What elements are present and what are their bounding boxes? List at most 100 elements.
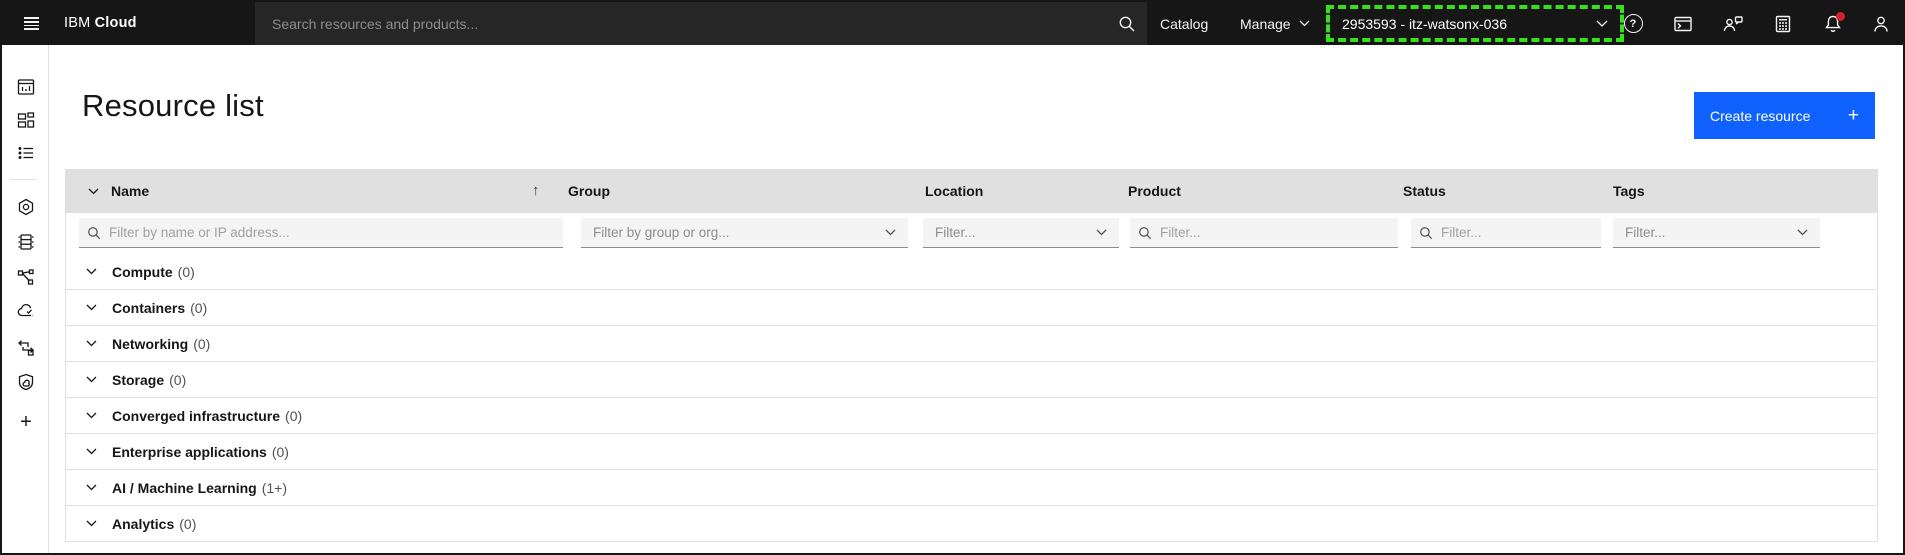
location-filter-dropdown[interactable]: Filter... [923, 218, 1119, 248]
resource-table: Name ↑ Group Location Product Status Tag… [65, 169, 1878, 542]
column-header-name[interactable]: Name [111, 169, 149, 213]
tags-filter-placeholder: Filter... [1625, 225, 1666, 240]
add-glyph: + [20, 410, 32, 433]
group-label: AI / Machine Learning [112, 479, 257, 496]
chevron-down-icon[interactable] [79, 332, 103, 356]
chevron-down-icon[interactable] [79, 476, 103, 500]
ibm-cloud-logo[interactable]: IBM Cloud [64, 2, 137, 45]
table-row-analytics[interactable]: Analytics (0) [66, 506, 1877, 542]
search-icon [79, 226, 109, 240]
table-row-networking[interactable]: Networking (0) [66, 326, 1877, 362]
table-row-containers[interactable]: Containers (0) [66, 290, 1877, 326]
migration-icon[interactable] [6, 331, 46, 363]
table-row-ai-machine-learning[interactable]: AI / Machine Learning (1+) [66, 470, 1877, 506]
global-search-input[interactable] [255, 2, 1107, 45]
column-header-product[interactable]: Product [1128, 169, 1181, 213]
group-count: (0) [179, 515, 197, 532]
group-label: Compute [112, 263, 173, 280]
chevron-down-icon [1797, 229, 1808, 236]
chevron-down-icon [885, 229, 896, 236]
chevron-down-icon [1596, 20, 1608, 27]
notifications-icon[interactable] [1808, 2, 1858, 45]
group-count: (0) [271, 443, 289, 460]
group-count: (0) [177, 263, 195, 280]
header-utility-icons: ? [1608, 2, 1903, 45]
vpc-servers-icon[interactable] [6, 226, 46, 258]
chevron-down-icon[interactable] [79, 512, 103, 536]
resource-list-icon[interactable] [6, 137, 46, 169]
brand-cloud: Cloud [94, 15, 137, 31]
chevron-down-icon [1299, 20, 1310, 27]
location-filter-placeholder: Filter... [935, 225, 976, 240]
table-row-converged-infrastructure[interactable]: Converged infrastructure (0) [66, 398, 1877, 434]
group-label: Networking [112, 335, 189, 352]
ibm-cloud-resource-list-screen: IBM Cloud Catalog Manage 2953593 - itz-w… [0, 0, 1905, 555]
name-filter-input[interactable] [109, 218, 563, 247]
sidebar-divider [10, 179, 36, 180]
chevron-down-icon[interactable] [79, 260, 103, 284]
sort-ascending-icon[interactable]: ↑ [532, 169, 540, 213]
search-icon[interactable] [1107, 2, 1147, 45]
account-selector-label: 2953593 - itz-watsonx-036 [1342, 15, 1507, 32]
left-nav-rail: + [2, 45, 49, 553]
column-header-status[interactable]: Status [1403, 169, 1446, 213]
add-icon[interactable]: + [6, 406, 46, 438]
help-glyph: ? [1623, 14, 1643, 33]
account-selector[interactable]: 2953593 - itz-watsonx-036 [1326, 5, 1624, 42]
cloud-satellite-icon[interactable] [6, 296, 46, 328]
search-icon [1411, 226, 1441, 240]
group-count: (1+) [261, 479, 287, 496]
chevron-down-icon[interactable] [79, 296, 103, 320]
table-header-row: Name ↑ Group Location Product Status Tag… [66, 169, 1877, 213]
group-filter-placeholder: Filter by group or org... [593, 225, 730, 240]
group-filter-dropdown[interactable]: Filter by group or org... [581, 218, 908, 248]
nav-catalog-label: Catalog [1160, 15, 1209, 32]
group-count: (0) [193, 335, 211, 352]
infrastructure-icon[interactable] [6, 191, 46, 223]
table-row-enterprise-applications[interactable]: Enterprise applications (0) [66, 434, 1877, 470]
column-header-tags[interactable]: Tags [1613, 169, 1645, 213]
table-filter-row: Filter by group or org... Filter... Filt… [66, 213, 1877, 254]
cloud-shell-icon[interactable] [1658, 2, 1708, 45]
product-filter-input[interactable] [1160, 218, 1398, 247]
table-row-storage[interactable]: Storage (0) [66, 362, 1877, 398]
group-count: (0) [169, 371, 187, 388]
group-label: Enterprise applications [112, 443, 267, 460]
product-filter-field [1130, 218, 1398, 248]
create-resource-label: Create resource [1710, 107, 1811, 124]
group-label: Converged infrastructure [112, 407, 281, 424]
feedback-icon[interactable] [1708, 2, 1758, 45]
apps-icon[interactable] [6, 104, 46, 136]
plus-icon: + [1847, 104, 1859, 126]
global-search-bar [255, 2, 1147, 45]
avatar-icon[interactable] [1858, 2, 1903, 45]
expand-all-chevron-icon[interactable] [80, 169, 106, 213]
page-title: Resource list [82, 88, 264, 123]
group-label: Analytics [112, 515, 175, 532]
nav-catalog[interactable]: Catalog [1150, 2, 1218, 45]
brand-ibm: IBM [64, 15, 91, 31]
security-shield-icon[interactable] [6, 366, 46, 398]
group-count: (0) [285, 407, 303, 424]
global-header: IBM Cloud Catalog Manage 2953593 - itz-w… [2, 2, 1903, 45]
status-filter-input[interactable] [1441, 218, 1601, 247]
search-icon [1130, 226, 1160, 240]
nav-manage-label: Manage [1240, 15, 1291, 32]
table-row-compute[interactable]: Compute (0) [66, 254, 1877, 290]
tags-filter-dropdown[interactable]: Filter... [1613, 218, 1820, 248]
chevron-down-icon[interactable] [79, 440, 103, 464]
help-icon[interactable]: ? [1608, 2, 1658, 45]
cost-estimator-icon[interactable] [1758, 2, 1808, 45]
dashboard-icon[interactable] [6, 71, 46, 103]
column-header-group[interactable]: Group [568, 169, 610, 213]
chevron-down-icon[interactable] [79, 368, 103, 392]
status-filter-field [1411, 218, 1601, 248]
chevron-down-icon [1096, 229, 1107, 236]
schematics-icon[interactable] [6, 261, 46, 293]
notification-badge [1836, 12, 1845, 21]
menu-icon[interactable] [10, 2, 52, 45]
create-resource-button[interactable]: Create resource + [1694, 92, 1875, 139]
nav-manage[interactable]: Manage [1230, 2, 1320, 45]
chevron-down-icon[interactable] [79, 404, 103, 428]
column-header-location[interactable]: Location [925, 169, 983, 213]
